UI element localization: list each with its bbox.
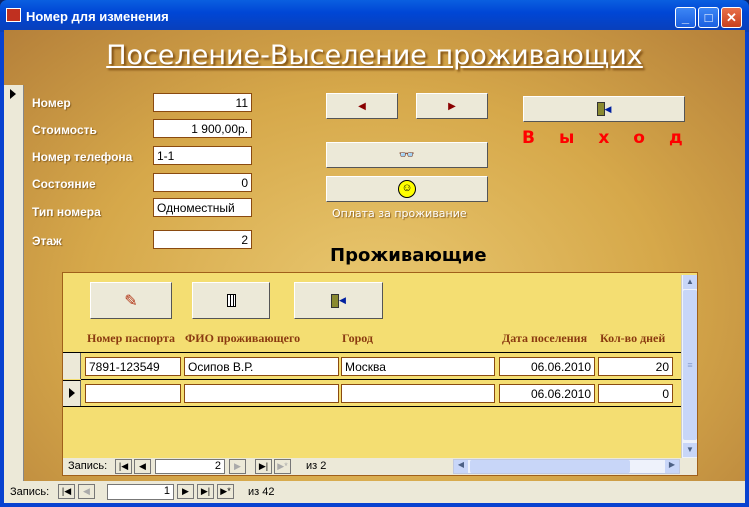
app-icon	[6, 8, 21, 22]
date-cell[interactable]: 06.06.2010	[499, 357, 595, 376]
days-cell[interactable]: 0	[598, 384, 673, 403]
residents-subform: ✎ ◀ Номер паспорта ФИО проживающего Горо…	[62, 272, 698, 476]
col-header-passport: Номер паспорта	[87, 331, 175, 345]
exit-button[interactable]: ◀	[523, 96, 685, 122]
name-cell[interactable]: Осипов В.Р.	[184, 357, 339, 376]
row-selector[interactable]	[63, 353, 81, 379]
col-header-city: Город	[342, 331, 373, 345]
edit-button[interactable]: ✎	[90, 282, 172, 319]
label-phone: Номер телефона	[32, 150, 133, 164]
last-record-icon[interactable]: ▶|	[255, 459, 272, 474]
record-number-input[interactable]: 1	[107, 484, 174, 500]
next-record-icon[interactable]: ▶	[177, 484, 194, 499]
subform-record-count: из 2	[306, 460, 327, 472]
payment-label: Оплата за проживание	[332, 207, 467, 220]
prev-record-icon[interactable]: ◀	[78, 484, 95, 499]
smiley-icon: ☺	[398, 180, 416, 198]
first-record-icon[interactable]: |◀	[58, 484, 75, 499]
minimize-button[interactable]: _	[675, 7, 696, 28]
delete-button[interactable]	[192, 282, 270, 319]
number-field[interactable]: 11	[153, 93, 252, 112]
arrow-left-icon: ◀	[358, 100, 366, 112]
floor-field[interactable]: 2	[153, 230, 252, 249]
city-cell[interactable]: Москва	[341, 357, 495, 376]
scroll-right-icon[interactable]: ▶	[665, 460, 679, 473]
horizontal-scrollbar[interactable]: ◀ ▶	[453, 459, 680, 474]
next-record-icon[interactable]: ▶	[229, 459, 246, 474]
row-divider	[81, 379, 681, 380]
subform-nav-bar: Запись: |◀ ◀ 2 ▶ ▶| ▶* из 2 ◀ ▶	[63, 458, 697, 475]
subform-record-number-input[interactable]: 2	[155, 459, 225, 474]
form-title: Поселение-Выселение проживающих	[106, 40, 643, 71]
subform-exit-button[interactable]: ◀	[294, 282, 383, 319]
current-row-arrow-icon	[69, 388, 75, 398]
label-status: Состояние	[32, 177, 96, 191]
exit-caption: Выход	[522, 128, 707, 148]
city-cell[interactable]	[341, 384, 495, 403]
subform-title: Проживающие	[330, 245, 487, 266]
phone-field[interactable]: 1-1	[153, 146, 252, 165]
first-record-icon[interactable]: |◀	[115, 459, 132, 474]
name-cell[interactable]	[184, 384, 339, 403]
row-selector[interactable]	[63, 380, 81, 406]
label-cost: Стоимость	[32, 123, 97, 137]
close-button[interactable]: ✕	[721, 7, 742, 28]
exit-door-icon	[596, 102, 605, 116]
label-floor: Этаж	[32, 234, 62, 248]
subform-record-label: Запись:	[68, 460, 108, 472]
prev-record-icon[interactable]: ◀	[134, 459, 151, 474]
record-label: Запись:	[10, 486, 50, 498]
arrow-right-icon: ▶	[448, 100, 456, 112]
title-bar: Номер для изменения _ □ ✕	[0, 0, 749, 32]
status-field[interactable]: 0	[153, 173, 252, 192]
scroll-down-icon[interactable]: ▼	[683, 443, 697, 457]
passport-cell[interactable]	[85, 384, 181, 403]
label-number: Номер	[32, 96, 71, 110]
scroll-up-icon[interactable]: ▲	[683, 275, 697, 289]
current-record-arrow-icon	[10, 89, 16, 99]
exit-arrow-icon: ◀	[604, 103, 612, 114]
next-record-button[interactable]: ▶	[416, 93, 488, 119]
exit-door-icon	[331, 293, 340, 308]
search-button[interactable]: 👓	[326, 142, 488, 168]
col-header-days: Кол-во дней	[600, 331, 666, 345]
scroll-left-icon[interactable]: ◀	[454, 460, 468, 473]
new-record-icon[interactable]: ▶*	[217, 484, 234, 499]
new-record-icon[interactable]: ▶*	[274, 459, 291, 474]
date-cell[interactable]: 06.06.2010	[499, 384, 595, 403]
window-title: Номер для изменения	[26, 9, 169, 24]
record-selector[interactable]	[4, 85, 24, 481]
trash-icon	[226, 294, 236, 307]
passport-cell[interactable]: 7891-123549	[85, 357, 181, 376]
days-cell[interactable]: 20	[598, 357, 673, 376]
vertical-scrollbar[interactable]: ▲ ≡ ▼	[681, 275, 697, 458]
last-record-icon[interactable]: ▶|	[197, 484, 214, 499]
exit-arrow-icon: ◀	[339, 295, 346, 305]
record-count: из 42	[248, 486, 275, 498]
maximize-button[interactable]: □	[698, 7, 719, 28]
payment-button[interactable]: ☺	[326, 176, 488, 202]
col-header-name: ФИО проживающего	[185, 331, 301, 345]
room-type-field[interactable]: Одноместный	[153, 198, 252, 217]
cost-field[interactable]: 1 900,00р.	[153, 119, 252, 138]
scroll-thumb[interactable]: ≡	[683, 290, 697, 440]
prev-record-button[interactable]: ◀	[326, 93, 398, 119]
col-header-date: Дата поселения	[502, 331, 588, 345]
binoculars-icon: 👓	[398, 147, 416, 162]
label-room-type: Тип номера	[32, 205, 101, 219]
h-scroll-thumb[interactable]	[470, 460, 630, 473]
main-nav-bar: Запись: |◀ ◀ 1 ▶ ▶| ▶* из 42	[4, 481, 745, 503]
pencil-icon: ✎	[124, 292, 138, 310]
